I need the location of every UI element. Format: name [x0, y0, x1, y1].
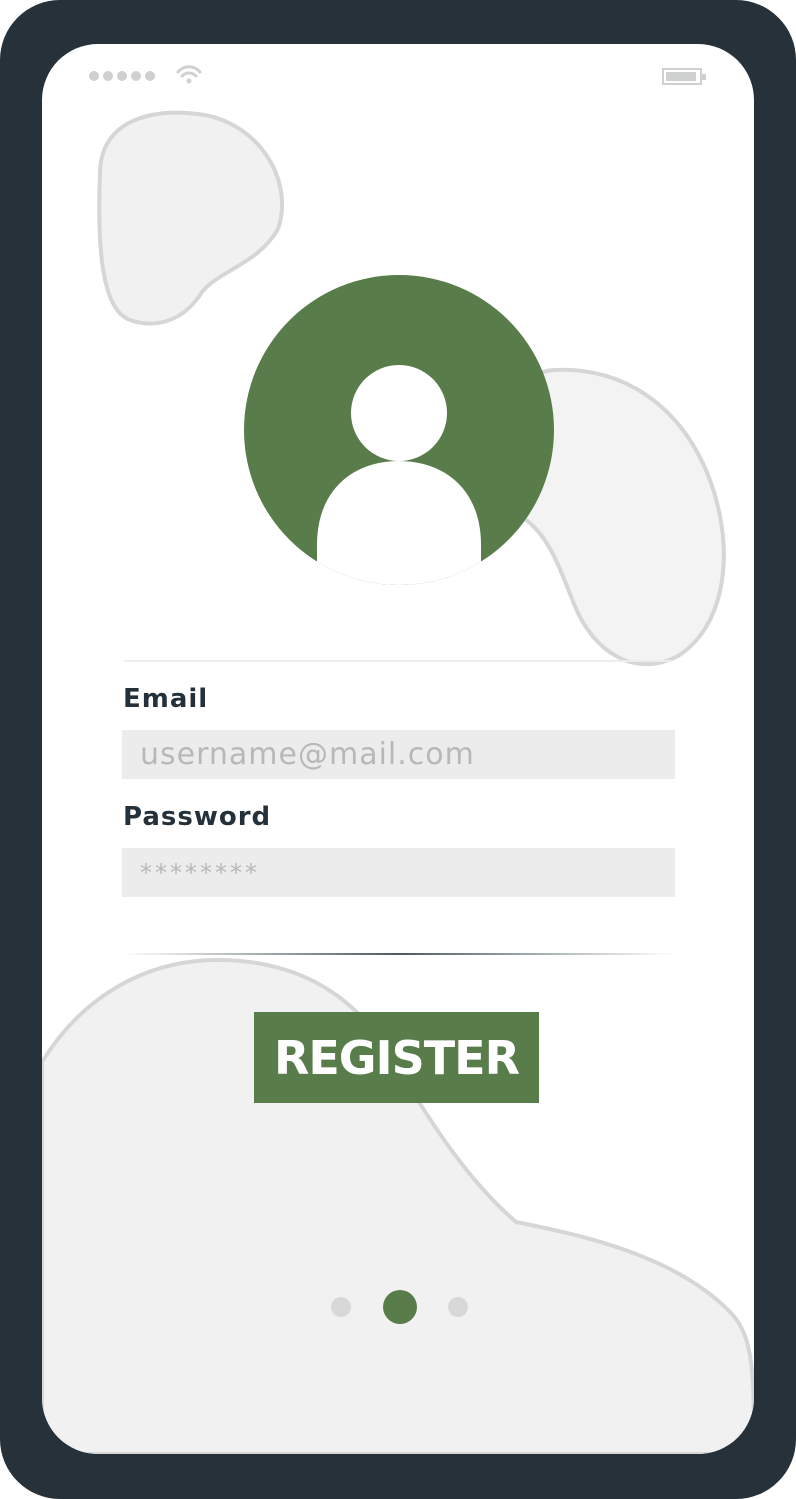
register-button[interactable]: REGISTER	[254, 1012, 539, 1103]
signal-dot	[131, 71, 141, 81]
phone-frame: Email Password REGISTER 2 3	[0, 0, 796, 1499]
password-label: Password	[123, 802, 272, 832]
signal-dot	[145, 71, 155, 81]
user-avatar-icon[interactable]	[244, 275, 554, 585]
password-field[interactable]	[122, 848, 675, 897]
page-indicator: 2 3	[331, 1290, 471, 1324]
battery-icon	[662, 68, 706, 85]
phone-notch	[233, 0, 563, 44]
signal-dot	[117, 71, 127, 81]
page-current-value: 2	[331, 1290, 332, 1291]
email-label: Email	[123, 684, 209, 714]
email-field[interactable]	[122, 730, 675, 779]
signal-dot	[103, 71, 113, 81]
speaker-grille	[356, 50, 440, 60]
signal-dots	[89, 71, 155, 83]
form-bottom-divider	[122, 953, 675, 955]
wifi-icon	[176, 65, 202, 84]
form-top-divider	[124, 660, 672, 662]
signal-dot	[89, 71, 99, 81]
page-dot-2-active[interactable]	[383, 1290, 417, 1324]
page-dot-3[interactable]	[448, 1297, 468, 1317]
phone-screen: Email Password REGISTER 2 3	[42, 44, 754, 1454]
page-total-value: 3	[331, 1290, 332, 1291]
page-dot-1[interactable]	[331, 1297, 351, 1317]
